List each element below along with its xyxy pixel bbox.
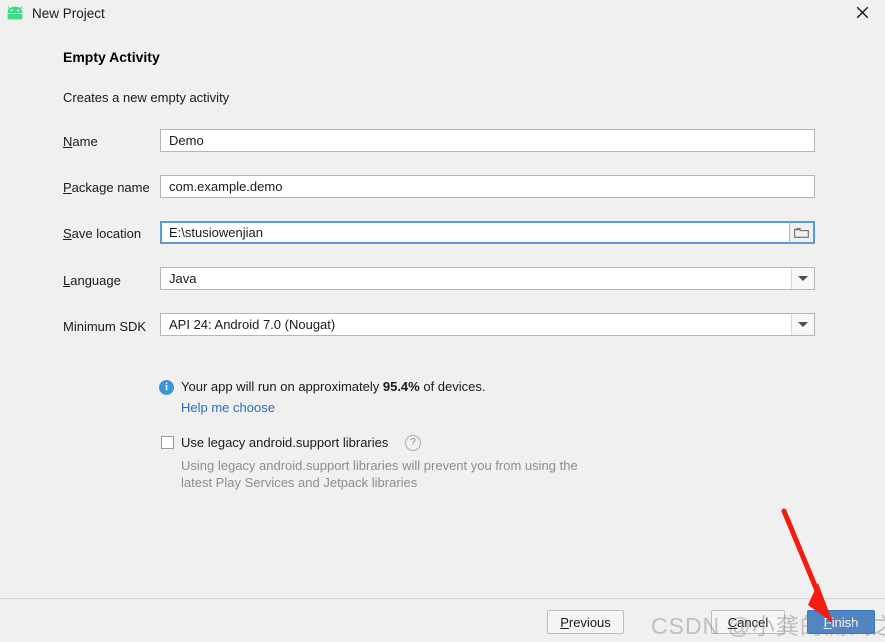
dialog-content: Empty Activity Creates a new empty activ… <box>0 26 885 598</box>
question-mark-icon[interactable]: ? <box>405 435 421 451</box>
previous-button-label: revious <box>568 614 611 630</box>
window-title: New Project <box>32 5 105 21</box>
minimum-sdk-dropdown[interactable]: API 24: Android 7.0 (Nougat) <box>160 313 815 336</box>
finish-button-mnemonic: F <box>823 614 832 630</box>
label-package-name-mnemonic: P <box>63 180 72 195</box>
label-save-location-mnemonic: S <box>63 226 72 241</box>
label-package-name-rest: ackage name <box>71 180 150 195</box>
chevron-down-icon[interactable] <box>791 314 814 335</box>
package-name-input[interactable] <box>160 175 815 198</box>
dialog-footer: Previous Cancel Finish <box>0 598 885 642</box>
cancel-button-mnemonic: C <box>727 614 738 630</box>
language-value: Java <box>169 271 197 286</box>
title-bar: New Project <box>0 0 885 27</box>
label-language-rest: anguage <box>70 273 121 288</box>
help-me-choose-link[interactable]: Help me choose <box>181 400 275 415</box>
save-location-input[interactable] <box>160 221 815 244</box>
legacy-libraries-label[interactable]: Use legacy android.support libraries <box>181 435 388 450</box>
finish-button-label: inish <box>831 614 859 630</box>
label-name: Name <box>63 134 98 149</box>
page-subtitle: Creates a new empty activity <box>63 90 230 105</box>
previous-button-mnemonic: P <box>560 614 569 630</box>
android-robot-icon <box>5 5 25 21</box>
label-minimum-sdk: Minimum SDK <box>63 319 147 334</box>
label-name-rest: ame <box>72 134 98 149</box>
device-coverage-prefix: Your app will run on approximately <box>181 379 383 394</box>
language-dropdown[interactable]: Java <box>160 267 815 290</box>
previous-button[interactable]: Previous <box>547 610 624 634</box>
label-save-location-rest: ave location <box>71 226 142 241</box>
device-coverage-text: Your app will run on approximately 95.4%… <box>181 379 486 394</box>
finish-button[interactable]: Finish <box>807 610 875 634</box>
folder-icon[interactable] <box>789 221 815 244</box>
cancel-button-label: ancel <box>737 614 769 630</box>
legacy-libraries-description: Using legacy android.support libraries w… <box>181 458 578 490</box>
label-save-location: Save location <box>63 226 141 241</box>
label-name-mnemonic: N <box>63 134 73 149</box>
page-title: Empty Activity <box>63 49 160 65</box>
device-coverage-percent: 95.4% <box>382 379 420 394</box>
info-icon: i <box>159 380 174 395</box>
name-input[interactable] <box>160 129 815 152</box>
legacy-libraries-checkbox[interactable] <box>161 436 174 449</box>
chevron-down-icon[interactable] <box>791 268 814 289</box>
device-coverage-suffix: of devices. <box>419 379 486 394</box>
cancel-button[interactable]: Cancel <box>711 610 785 634</box>
close-icon[interactable] <box>840 0 885 25</box>
label-package-name: Package name <box>63 180 150 195</box>
label-language: Language <box>63 273 121 288</box>
minimum-sdk-value: API 24: Android 7.0 (Nougat) <box>169 317 336 332</box>
